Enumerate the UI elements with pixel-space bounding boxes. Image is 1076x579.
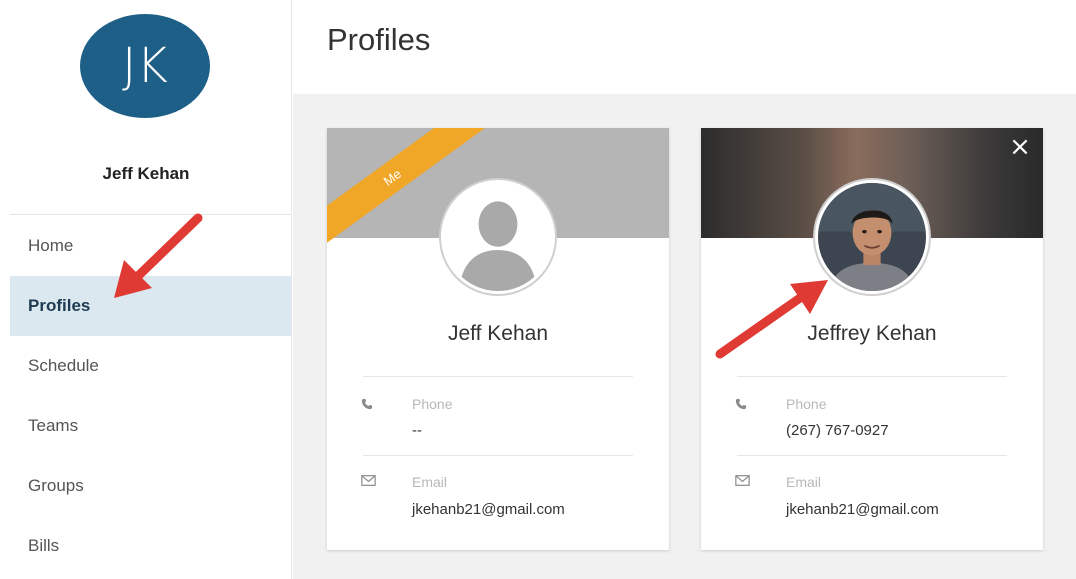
sidebar-item-teams[interactable]: Teams xyxy=(10,396,291,456)
page-title: Profiles xyxy=(327,22,431,57)
phone-icon xyxy=(735,398,749,412)
envelope-icon xyxy=(735,475,750,489)
phone-icon xyxy=(361,398,375,412)
sidebar-item-home[interactable]: Home xyxy=(10,216,291,276)
person-silhouette-icon[interactable] xyxy=(441,180,555,294)
phone-label: Phone xyxy=(786,396,827,412)
user-avatar[interactable]: JK xyxy=(80,14,210,118)
sidebar-item-profiles[interactable]: Profiles xyxy=(10,276,291,336)
sidebar-item-groups[interactable]: Groups xyxy=(10,456,291,516)
profile-name: Jeff Kehan xyxy=(447,322,549,345)
email-value[interactable]: jkehanb21@gmail.com xyxy=(786,501,939,518)
sidebar: JK Jeff Kehan Home Profiles Schedule Tea… xyxy=(0,0,292,579)
divider xyxy=(363,455,633,456)
divider xyxy=(737,376,1007,377)
profile-card-jeffrey[interactable]: × Jeffrey Kehan Phone (267) 767-0927 Ema… xyxy=(701,128,1043,550)
profile-photo[interactable] xyxy=(815,180,929,294)
email-value[interactable]: jkehanb21@gmail.com xyxy=(412,501,565,518)
email-label: Email xyxy=(412,474,448,490)
divider xyxy=(737,455,1007,456)
profile-card-me[interactable]: Me Jeff Kehan Phone -- Email jkehanb21@g… xyxy=(327,128,669,550)
phone-label: Phone xyxy=(412,396,453,412)
profile-name: Jeffrey Kehan xyxy=(807,322,937,345)
phone-value[interactable]: (267) 767-0927 xyxy=(786,422,889,439)
envelope-icon xyxy=(361,475,376,489)
close-icon[interactable]: × xyxy=(1009,134,1031,160)
divider xyxy=(363,376,633,377)
phone-value: -- xyxy=(412,422,422,439)
sidebar-item-bills[interactable]: Bills xyxy=(10,516,291,576)
user-name: Jeff Kehan xyxy=(102,164,190,183)
sidebar-item-schedule[interactable]: Schedule xyxy=(10,336,291,396)
email-label: Email xyxy=(786,474,822,490)
main-header: Profiles xyxy=(293,0,1076,94)
sidebar-nav: Home Profiles Schedule Teams Groups Bill… xyxy=(10,216,291,576)
sidebar-divider xyxy=(10,214,291,215)
